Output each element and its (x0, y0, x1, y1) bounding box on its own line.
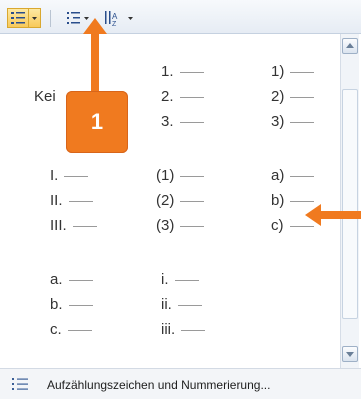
list-marker: ii. (161, 296, 172, 313)
numbering-none-item[interactable]: Kei (34, 89, 56, 105)
gallery-item-paren-both-2[interactable]: (2) (156, 192, 205, 209)
list-marker: a) (271, 167, 285, 184)
list-marker: b) (271, 192, 285, 209)
gallery-item-roman-upper-3[interactable]: III. (50, 218, 97, 234)
numbering-button[interactable] (7, 8, 29, 28)
chevron-down-icon (32, 17, 37, 20)
gallery-item-roman-lower-1[interactable]: i. (161, 272, 199, 288)
list-marker: II. (50, 192, 63, 209)
list-marker: 1. (161, 63, 174, 80)
gallery-item-arabic-dot-1[interactable]: 1. (161, 64, 204, 80)
annotation-badge: 1 (66, 91, 128, 153)
gallery-item-alpha-dot-3[interactable]: c. (50, 322, 92, 338)
gallery-item-paren-both-1[interactable]: (1) (156, 167, 205, 184)
list-marker: iii. (161, 321, 176, 338)
gallery-item-alpha-dot-1[interactable]: a. (50, 272, 93, 288)
list-marker: III. (50, 217, 67, 234)
list-marker: (1) (156, 167, 175, 184)
svg-text:Z: Z (112, 21, 117, 28)
list-marker: (3) (156, 217, 175, 234)
list-marker: 2) (271, 88, 285, 105)
numbering-none-label: Kei (34, 88, 56, 105)
list-marker: c) (271, 217, 284, 234)
numbered-list-icon (11, 12, 25, 24)
ribbon-toolbar: A Z (0, 0, 361, 34)
sort-icon: A Z (105, 11, 133, 28)
gallery-scrollbar[interactable] (340, 34, 359, 368)
list-marker: (2) (156, 192, 175, 209)
gallery-item-arabic-dot-3[interactable]: 3. (161, 114, 204, 130)
list-marker: i. (161, 271, 169, 288)
scroll-up-button[interactable] (342, 38, 358, 54)
list-marker: 3) (271, 113, 285, 130)
gallery-item-arabic-paren-3[interactable]: 3) (271, 113, 315, 130)
list-marker: 3. (161, 113, 174, 130)
gallery-item-roman-upper-1[interactable]: I. (50, 167, 89, 184)
gallery-item-roman-upper-2[interactable]: II. (50, 193, 93, 209)
gallery-item-roman-lower-2[interactable]: ii. (161, 297, 202, 313)
gallery-item-arabic-paren-2[interactable]: 2) (271, 88, 315, 105)
annotation-arrow-left-icon (305, 204, 361, 226)
svg-text:A: A (112, 12, 118, 21)
gallery-item-alpha-dot-2[interactable]: b. (50, 297, 93, 313)
list-marker: I. (50, 167, 59, 184)
triangle-up-icon (346, 43, 354, 48)
list-icon (12, 378, 28, 390)
toolbar-separator (50, 10, 51, 27)
list-marker: c. (50, 321, 62, 338)
gallery-item-alpha-paren-1[interactable]: a) (271, 167, 315, 184)
list-marker: 2. (161, 88, 174, 105)
list-marker: a. (50, 271, 63, 288)
list-marker: b. (50, 296, 63, 313)
gallery-item-roman-lower-3[interactable]: iii. (161, 321, 206, 338)
annotation-arrow-up-icon (83, 18, 107, 93)
gallery-item-arabic-dot-2[interactable]: 2. (161, 89, 204, 105)
numbering-dropdown-button[interactable] (29, 8, 41, 28)
gallery-item-arabic-paren-1[interactable]: 1) (271, 63, 315, 80)
list-marker: 1) (271, 63, 285, 80)
define-numbering-label: Aufzählungszeichen und Nummerierung... (47, 378, 271, 392)
numbering-gallery: Kei 1. 2. 3. 1) 2) 3) I. II. III. (1) (2… (9, 34, 340, 368)
define-numbering-command[interactable]: Aufzählungszeichen und Nummerierung... (0, 368, 361, 399)
scroll-down-button[interactable] (342, 346, 358, 362)
sort-button[interactable]: A Z (102, 8, 140, 28)
gallery-item-paren-both-3[interactable]: (3) (156, 217, 205, 234)
triangle-down-icon (346, 352, 354, 357)
